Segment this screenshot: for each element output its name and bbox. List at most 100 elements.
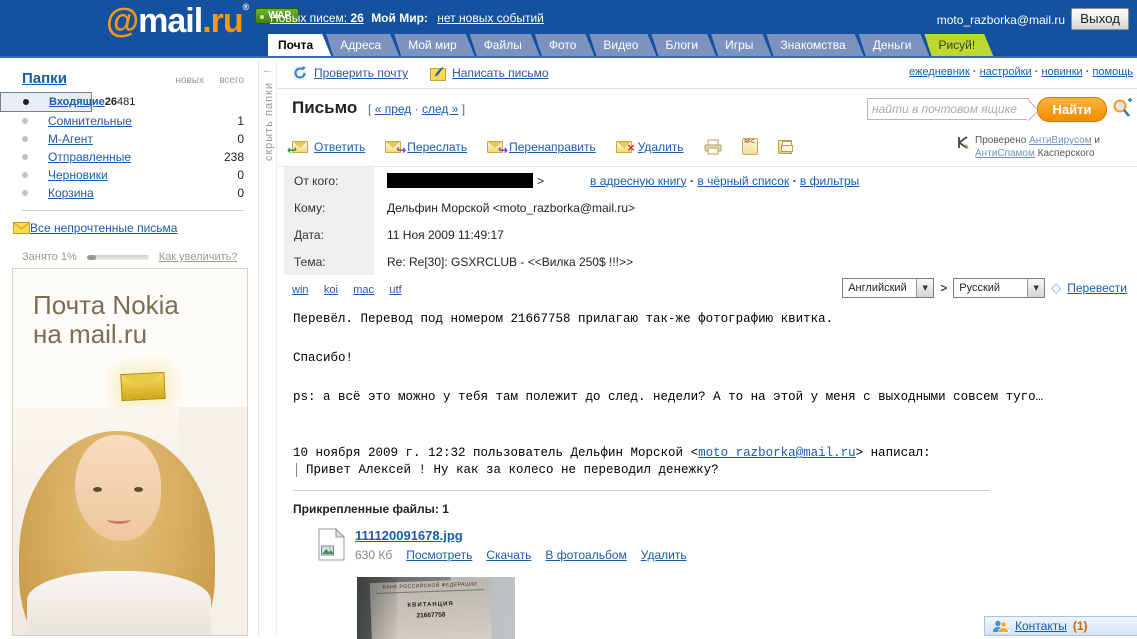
folder-sent[interactable]: Отправленные 238 bbox=[0, 148, 258, 166]
link-settings[interactable]: настройки bbox=[980, 66, 1032, 78]
translate-direction: > bbox=[940, 281, 948, 295]
folders-title-link[interactable]: Папки bbox=[22, 70, 67, 87]
antivirus-link[interactable]: АнтиВирусом bbox=[1029, 135, 1092, 146]
encoding-utf-link[interactable]: utf bbox=[389, 284, 401, 296]
search-button[interactable]: Найти bbox=[1037, 97, 1107, 122]
advanced-search-icon[interactable] bbox=[1111, 98, 1133, 118]
collapse-folders-strip[interactable]: ← скрыть папки bbox=[258, 60, 277, 636]
encoding-row: win koi mac utf Английский ▼ > Русский ▼… bbox=[292, 278, 1137, 304]
delete-button[interactable]: × Удалить bbox=[615, 140, 684, 154]
date-value: 11 Ноя 2009 11:49:17 bbox=[387, 227, 504, 242]
tab-blogs[interactable]: Блоги bbox=[651, 34, 716, 56]
all-unread-link[interactable]: Все непрочтенные письма bbox=[13, 221, 258, 235]
attachment-size: 630 Кб bbox=[355, 548, 393, 562]
target-language-select[interactable]: Русский ▼ bbox=[953, 278, 1046, 298]
my-world-label: Мой Мир: bbox=[371, 11, 428, 25]
folder-total-count: 0 bbox=[237, 186, 244, 200]
attachment-preview-thumbnail[interactable]: БАНК РОССИЙСКОЙ ФЕДЕРАЦИИ КВИТАНЦИЯ 2166… bbox=[357, 577, 515, 639]
tab-photo[interactable]: Фото bbox=[535, 34, 595, 56]
folder-name: Черновики bbox=[48, 168, 108, 182]
translate-link[interactable]: Перевести bbox=[1067, 281, 1127, 295]
folder-suspicious[interactable]: Сомнительные 1 bbox=[0, 112, 258, 130]
tab-my-world[interactable]: Мой мир bbox=[394, 34, 474, 56]
tab-files[interactable]: Файлы bbox=[470, 34, 540, 56]
quota-increase-link[interactable]: Как увеличить? bbox=[159, 251, 238, 263]
link-news[interactable]: новинки bbox=[1041, 66, 1082, 78]
attachment-item: 111120091678.jpg 630 Кб Посмотреть Скача… bbox=[318, 528, 687, 562]
sender-email-link[interactable]: moto_razborka@mail.ru bbox=[698, 446, 856, 460]
print-icon[interactable] bbox=[704, 139, 722, 155]
download-attachment-link[interactable]: Скачать bbox=[486, 548, 531, 562]
delete-attachment-link[interactable]: Удалить bbox=[641, 548, 687, 562]
main-nav-tabs: Почта Адреса Мой мир Файлы Фото Видео Бл… bbox=[268, 34, 988, 56]
delete-icon: × bbox=[615, 140, 636, 153]
antispam-link[interactable]: АнтиСпамом bbox=[975, 148, 1035, 159]
logo-text-ru: .ru bbox=[202, 2, 243, 40]
header-row-from: От кого: > в адресную книгу · в чёрный с… bbox=[284, 167, 1137, 194]
prev-letter-link[interactable]: « пред bbox=[375, 102, 412, 116]
redirect-icon: ↪ bbox=[487, 140, 508, 156]
search-input[interactable] bbox=[868, 99, 1028, 119]
attachments-title: Прикрепленные файлы: 1 bbox=[293, 502, 449, 516]
tab-dating[interactable]: Знакомства bbox=[766, 34, 863, 56]
folder-total-count: 238 bbox=[223, 150, 244, 164]
encoding-koi-link[interactable]: koi bbox=[324, 284, 338, 296]
tab-mail[interactable]: Почта bbox=[268, 34, 331, 56]
folder-magent[interactable]: М-Агент 0 bbox=[0, 130, 258, 148]
link-help[interactable]: помощь bbox=[1092, 66, 1133, 78]
to-photoalbum-link[interactable]: В фотоальбом bbox=[545, 548, 626, 562]
encoding-mac-link[interactable]: mac bbox=[353, 284, 374, 296]
redirect-button[interactable]: ↪ Перенаправить bbox=[487, 140, 596, 156]
add-to-blacklist-link[interactable]: в чёрный список bbox=[697, 174, 789, 188]
folder-new-count: 26 bbox=[104, 96, 118, 108]
ad-banner-nokia[interactable]: Почта Nokia на mail.ru bbox=[12, 268, 248, 636]
add-to-addressbook-link[interactable]: в адресную книгу bbox=[590, 174, 687, 188]
account-email: moto_razborka@mail.ru bbox=[936, 13, 1065, 27]
source-language-value: Английский bbox=[848, 282, 907, 294]
page-title: Письмо bbox=[292, 98, 358, 117]
sidebar-divider bbox=[22, 210, 244, 211]
tab-addresses[interactable]: Адреса bbox=[326, 34, 399, 56]
folder-trash[interactable]: Корзина 0 bbox=[0, 184, 258, 202]
tab-draw[interactable]: Рисуй! bbox=[924, 34, 993, 56]
collapse-arrow-icon: ← bbox=[262, 64, 273, 76]
source-language-select[interactable]: Английский ▼ bbox=[842, 278, 935, 298]
tab-games[interactable]: Игры bbox=[711, 34, 771, 56]
rfc-view-icon[interactable]: RFC bbox=[741, 138, 758, 155]
redacted-sender bbox=[387, 173, 533, 188]
folder-bullet-icon bbox=[22, 190, 28, 196]
new-letters-link[interactable]: Новых писем: 26 bbox=[270, 11, 364, 25]
next-letter-link[interactable]: след » bbox=[422, 102, 458, 116]
folder-inbox[interactable]: Входящие 26 481 bbox=[0, 92, 135, 112]
column-new-label: новых bbox=[175, 75, 204, 86]
reply-button[interactable]: ↩ Ответить bbox=[287, 140, 365, 156]
compose-label: Написать письмо bbox=[452, 66, 549, 80]
kaspersky-icon bbox=[958, 136, 969, 149]
save-icon[interactable] bbox=[777, 139, 793, 154]
folder-total-count: 1 bbox=[237, 114, 244, 128]
tab-video[interactable]: Видео bbox=[589, 34, 656, 56]
folder-bullet-icon bbox=[22, 172, 28, 178]
view-attachment-link[interactable]: Посмотреть bbox=[406, 548, 472, 562]
compose-button[interactable]: Написать письмо bbox=[430, 66, 549, 81]
logout-button[interactable]: Выход bbox=[1071, 8, 1129, 30]
folder-drafts[interactable]: Черновики 0 bbox=[0, 166, 258, 184]
logo-at-icon: @ bbox=[106, 2, 139, 40]
tab-money[interactable]: Деньги bbox=[859, 34, 930, 56]
forward-button[interactable]: ↪ Переслать bbox=[385, 140, 467, 156]
check-mail-button[interactable]: Проверить почту bbox=[292, 65, 408, 81]
file-icon bbox=[318, 528, 345, 561]
folder-name: Корзина bbox=[48, 186, 94, 200]
quick-actions-bar: Проверить почту Написать письмо ежедневн… bbox=[278, 60, 1137, 89]
rfc-label: RFC bbox=[744, 139, 755, 145]
message-toolbar: ↩ Ответить ↪ Переслать ↪ Перенаправить ×… bbox=[278, 130, 1137, 167]
contacts-people-icon bbox=[993, 620, 1009, 633]
my-world-events-link[interactable]: нет новых событий bbox=[437, 11, 544, 25]
contacts-widget[interactable]: Контакты (1) bbox=[984, 616, 1137, 636]
translate-icon: ◇ bbox=[1051, 280, 1062, 296]
quota-used-label: Занято 1% bbox=[22, 251, 77, 263]
encoding-win-link[interactable]: win bbox=[292, 284, 309, 296]
attachment-filename-link[interactable]: 111120091678.jpg bbox=[355, 528, 463, 543]
add-to-filters-link[interactable]: в фильтры bbox=[800, 174, 859, 188]
link-daybook[interactable]: ежедневник bbox=[909, 66, 970, 78]
